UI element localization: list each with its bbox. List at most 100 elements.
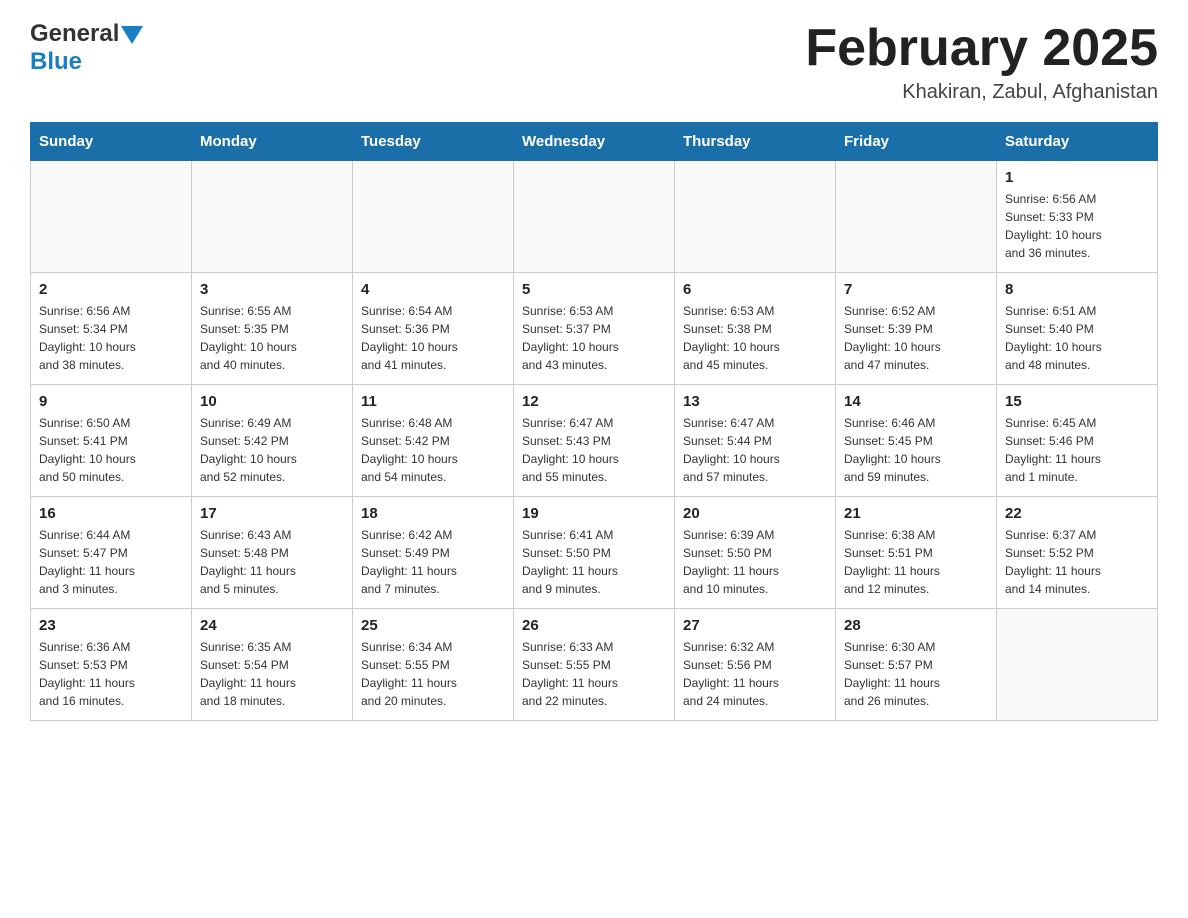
calendar-week-row: 16 Sunrise: 6:44 AM Sunset: 5:47 PM Dayli… [31,497,1158,609]
day-number: 6 [683,281,827,298]
table-row: 24 Sunrise: 6:35 AM Sunset: 5:54 PM Dayli… [192,609,353,721]
table-row: 27 Sunrise: 6:32 AM Sunset: 5:56 PM Dayli… [675,609,836,721]
day-info: Sunrise: 6:44 AM Sunset: 5:47 PM Dayligh… [39,526,183,598]
table-row [997,609,1158,721]
table-row [675,161,836,273]
day-info: Sunrise: 6:52 AM Sunset: 5:39 PM Dayligh… [844,302,988,374]
table-row: 8 Sunrise: 6:51 AM Sunset: 5:40 PM Daylig… [997,273,1158,385]
col-friday: Friday [836,123,997,161]
day-info: Sunrise: 6:55 AM Sunset: 5:35 PM Dayligh… [200,302,344,374]
col-thursday: Thursday [675,123,836,161]
col-saturday: Saturday [997,123,1158,161]
day-info: Sunrise: 6:56 AM Sunset: 5:34 PM Dayligh… [39,302,183,374]
table-row [836,161,997,273]
day-number: 12 [522,393,666,410]
day-number: 2 [39,281,183,298]
calendar-week-row: 9Sunrise: 6:50 AM Sunset: 5:41 PM Daylig… [31,385,1158,497]
table-row [514,161,675,273]
day-number: 19 [522,505,666,522]
day-info: Sunrise: 6:47 AM Sunset: 5:44 PM Dayligh… [683,414,827,486]
table-row: 4 Sunrise: 6:54 AM Sunset: 5:36 PM Daylig… [353,273,514,385]
day-number: 1 [1005,169,1149,186]
day-number: 22 [1005,505,1149,522]
day-info: Sunrise: 6:56 AM Sunset: 5:33 PM Dayligh… [1005,190,1149,262]
day-info: Sunrise: 6:36 AM Sunset: 5:53 PM Dayligh… [39,638,183,710]
col-monday: Monday [192,123,353,161]
table-row: 18 Sunrise: 6:42 AM Sunset: 5:49 PM Dayli… [353,497,514,609]
day-number: 17 [200,505,344,522]
logo-general-text: General [30,20,119,48]
logo-blue-text: Blue [30,48,82,76]
day-number: 21 [844,505,988,522]
day-info: Sunrise: 6:49 AM Sunset: 5:42 PM Dayligh… [200,414,344,486]
day-number: 5 [522,281,666,298]
day-info: Sunrise: 6:50 AM Sunset: 5:41 PM Dayligh… [39,414,183,486]
day-number: 28 [844,617,988,634]
table-row: 23 Sunrise: 6:36 AM Sunset: 5:53 PM Dayli… [31,609,192,721]
day-number: 25 [361,617,505,634]
table-row: 20Sunrise: 6:39 AM Sunset: 5:50 PM Dayli… [675,497,836,609]
day-info: Sunrise: 6:51 AM Sunset: 5:40 PM Dayligh… [1005,302,1149,374]
day-info: Sunrise: 6:41 AM Sunset: 5:50 PM Dayligh… [522,526,666,598]
day-number: 23 [39,617,183,634]
day-info: Sunrise: 6:39 AM Sunset: 5:50 PM Dayligh… [683,526,827,598]
day-info: Sunrise: 6:30 AM Sunset: 5:57 PM Dayligh… [844,638,988,710]
table-row: 6 Sunrise: 6:53 AM Sunset: 5:38 PM Daylig… [675,273,836,385]
table-row: 17 Sunrise: 6:43 AM Sunset: 5:48 PM Dayli… [192,497,353,609]
col-sunday: Sunday [31,123,192,161]
day-info: Sunrise: 6:38 AM Sunset: 5:51 PM Dayligh… [844,526,988,598]
table-row: 28 Sunrise: 6:30 AM Sunset: 5:57 PM Dayli… [836,609,997,721]
table-row [353,161,514,273]
calendar-title: February 2025 [805,20,1158,77]
day-number: 7 [844,281,988,298]
day-info: Sunrise: 6:33 AM Sunset: 5:55 PM Dayligh… [522,638,666,710]
table-row: 16 Sunrise: 6:44 AM Sunset: 5:47 PM Dayli… [31,497,192,609]
table-row [192,161,353,273]
day-info: Sunrise: 6:34 AM Sunset: 5:55 PM Dayligh… [361,638,505,710]
day-number: 14 [844,393,988,410]
calendar-week-row: 2 Sunrise: 6:56 AM Sunset: 5:34 PM Daylig… [31,273,1158,385]
table-row: 9Sunrise: 6:50 AM Sunset: 5:41 PM Daylig… [31,385,192,497]
title-block: February 2025 Khakiran, Zabul, Afghanist… [805,20,1158,104]
day-info: Sunrise: 6:53 AM Sunset: 5:38 PM Dayligh… [683,302,827,374]
day-info: Sunrise: 6:46 AM Sunset: 5:45 PM Dayligh… [844,414,988,486]
table-row: 7 Sunrise: 6:52 AM Sunset: 5:39 PM Daylig… [836,273,997,385]
day-info: Sunrise: 6:43 AM Sunset: 5:48 PM Dayligh… [200,526,344,598]
calendar-header-row: Sunday Monday Tuesday Wednesday Thursday… [31,123,1158,161]
table-row: 5 Sunrise: 6:53 AM Sunset: 5:37 PM Daylig… [514,273,675,385]
table-row: 21 Sunrise: 6:38 AM Sunset: 5:51 PM Dayli… [836,497,997,609]
day-number: 16 [39,505,183,522]
day-info: Sunrise: 6:32 AM Sunset: 5:56 PM Dayligh… [683,638,827,710]
logo-triangle-icon [121,26,143,44]
day-number: 4 [361,281,505,298]
day-info: Sunrise: 6:35 AM Sunset: 5:54 PM Dayligh… [200,638,344,710]
table-row [31,161,192,273]
table-row: 14 Sunrise: 6:46 AM Sunset: 5:45 PM Dayli… [836,385,997,497]
day-number: 26 [522,617,666,634]
table-row: 11Sunrise: 6:48 AM Sunset: 5:42 PM Dayli… [353,385,514,497]
day-number: 18 [361,505,505,522]
table-row: 25 Sunrise: 6:34 AM Sunset: 5:55 PM Dayli… [353,609,514,721]
table-row: 2 Sunrise: 6:56 AM Sunset: 5:34 PM Daylig… [31,273,192,385]
table-row: 12 Sunrise: 6:47 AM Sunset: 5:43 PM Dayli… [514,385,675,497]
day-number: 27 [683,617,827,634]
table-row: 22 Sunrise: 6:37 AM Sunset: 5:52 PM Dayli… [997,497,1158,609]
day-info: Sunrise: 6:47 AM Sunset: 5:43 PM Dayligh… [522,414,666,486]
col-wednesday: Wednesday [514,123,675,161]
table-row: 26 Sunrise: 6:33 AM Sunset: 5:55 PM Dayli… [514,609,675,721]
day-info: Sunrise: 6:53 AM Sunset: 5:37 PM Dayligh… [522,302,666,374]
table-row: 10 Sunrise: 6:49 AM Sunset: 5:42 PM Dayli… [192,385,353,497]
logo: General Blue [30,20,143,76]
day-number: 3 [200,281,344,298]
table-row: 3 Sunrise: 6:55 AM Sunset: 5:35 PM Daylig… [192,273,353,385]
day-number: 13 [683,393,827,410]
day-number: 24 [200,617,344,634]
table-row: 15Sunrise: 6:45 AM Sunset: 5:46 PM Dayli… [997,385,1158,497]
day-info: Sunrise: 6:42 AM Sunset: 5:49 PM Dayligh… [361,526,505,598]
day-number: 10 [200,393,344,410]
calendar-week-row: 1 Sunrise: 6:56 AM Sunset: 5:33 PM Daylig… [31,161,1158,273]
day-info: Sunrise: 6:54 AM Sunset: 5:36 PM Dayligh… [361,302,505,374]
calendar-week-row: 23 Sunrise: 6:36 AM Sunset: 5:53 PM Dayli… [31,609,1158,721]
day-info: Sunrise: 6:37 AM Sunset: 5:52 PM Dayligh… [1005,526,1149,598]
day-number: 8 [1005,281,1149,298]
